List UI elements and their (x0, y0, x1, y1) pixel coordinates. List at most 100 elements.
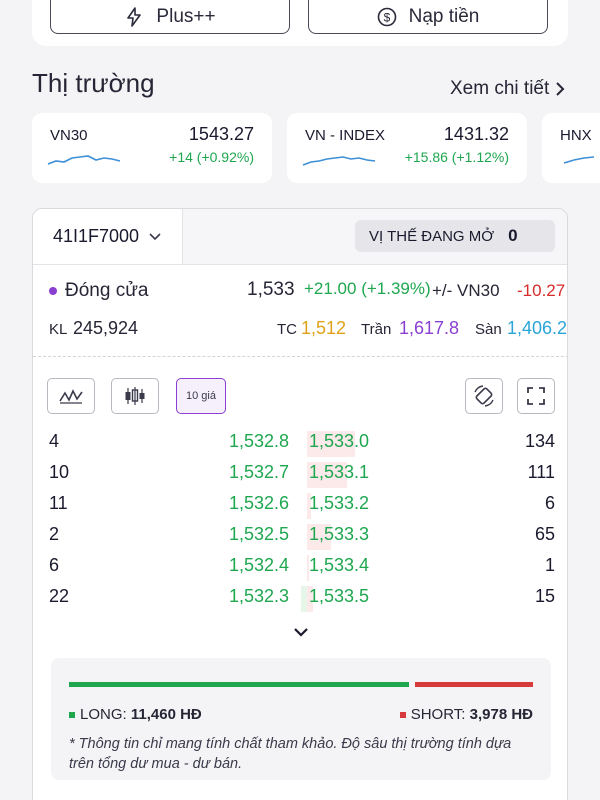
orderbook-row: 11 1,532.6 1,533.2 6 (49, 493, 555, 519)
volume-value: 245,924 (73, 318, 139, 338)
ceil-value: 1,617.8 (399, 318, 460, 338)
bid-volume: 11 (49, 493, 68, 513)
open-position-value: 0 (508, 226, 518, 245)
ask-volume: 65 (534, 524, 555, 544)
bid-volume: 4 (49, 431, 60, 451)
ask-price[interactable]: 1,533.4 (309, 555, 369, 576)
chevron-right-icon (556, 82, 565, 96)
index-name: HNX (560, 127, 592, 144)
index-card-vn30[interactable]: VN30 1543.27 +14 (+0.92%) (32, 113, 272, 183)
index-change: +15.86 (+1.12%) (404, 149, 509, 165)
candlestick-button[interactable] (111, 378, 159, 414)
index-name: VN30 (50, 127, 88, 144)
ask-price[interactable]: 1,533.1 (309, 462, 369, 483)
close-change: +21.00 (+1.39%) (304, 279, 431, 298)
close-label: Đóng cửa (65, 280, 149, 301)
bid-price[interactable]: 1,532.3 (229, 586, 289, 607)
dollar-coin-icon: $ (377, 7, 396, 26)
short-ratio-bar (415, 682, 533, 687)
ask-volume: 15 (534, 586, 555, 606)
contract-card: 41I1F7000 VỊ THẾ ĐANG MỞ 0 Đóng cửa 1,53… (32, 208, 568, 800)
ask-price[interactable]: 1,533.0 (309, 431, 369, 452)
view-details-link[interactable]: Xem chi tiết (450, 78, 565, 100)
floor-value: 1,406.2 (507, 318, 568, 338)
rotate-screen-icon (474, 385, 494, 407)
close-price: 1,533 (247, 279, 295, 300)
bid-volume: 6 (49, 555, 60, 575)
expand-chevron-down-icon[interactable] (291, 625, 311, 639)
status-dot-icon (49, 287, 57, 295)
depth-label: 10 giá (186, 390, 216, 402)
short-label: SHORT: (410, 706, 466, 723)
orderbook-row: 2 1,532.5 1,533.3 65 (49, 524, 555, 550)
market-screen: Plus++ $ Nạp tiền Thị trường Xem chi tiế… (0, 0, 600, 800)
volume-limits-row: KL 245,924 TC 1,512 Trần 1,617.8 Sàn 1,4… (49, 317, 567, 343)
volume-label: KL (49, 321, 68, 338)
depth-10-button[interactable]: 10 giá (176, 378, 226, 414)
long-legend-icon (69, 712, 75, 719)
index-value: 1431.32 (443, 124, 509, 144)
short-value: 3,978 HĐ (469, 706, 533, 723)
ask-price[interactable]: 1,533.5 (309, 586, 369, 607)
bid-price[interactable]: 1,532.7 (229, 462, 289, 483)
ref-label: TC (277, 321, 297, 338)
fullscreen-button[interactable] (517, 378, 555, 414)
plus-button-label: Plus++ (156, 5, 216, 27)
basis-value: -10.27 (517, 281, 566, 300)
divider (33, 356, 567, 357)
long-ratio-bar (69, 682, 409, 687)
market-title: Thị trường (32, 68, 155, 98)
ask-volume: 1 (544, 555, 555, 575)
ask-price[interactable]: 1,533.3 (309, 524, 369, 545)
sparkline-chart (302, 156, 376, 166)
index-name: VN - INDEX (305, 127, 386, 144)
sparkline-chart (563, 156, 595, 164)
lightning-icon (127, 6, 142, 27)
long-summary: LONG: 11,460 HĐ (69, 706, 202, 723)
open-position-label: VỊ THẾ ĐANG MỞ (369, 227, 495, 245)
bid-price[interactable]: 1,532.4 (229, 555, 289, 576)
index-value: 1543.27 (188, 124, 254, 144)
ref-value: 1,512 (301, 318, 347, 338)
floor-label: Sàn (475, 321, 502, 338)
long-value: 11,460 HĐ (130, 706, 202, 723)
bid-price[interactable]: 1,532.6 (229, 493, 289, 514)
index-card-hnx[interactable]: HNX (542, 113, 600, 183)
basis-label: +/- VN30 (432, 281, 500, 300)
short-summary: SHORT: 3,978 HĐ (399, 706, 533, 723)
bid-price[interactable]: 1,532.5 (229, 524, 289, 545)
svg-text:$: $ (383, 10, 390, 24)
bid-price[interactable]: 1,532.8 (229, 431, 289, 452)
orderbook-row: 22 1,532.3 1,533.5 15 (49, 586, 555, 612)
contract-header: VỊ THẾ ĐANG MỞ 0 (183, 209, 567, 265)
ceil-label: Trần (361, 321, 392, 338)
index-change: +14 (+0.92%) (169, 149, 254, 165)
disclaimer-note: * Thông tin chỉ mang tính chất tham khảo… (69, 736, 512, 772)
ask-volume: 6 (544, 493, 555, 513)
open-position-badge[interactable]: VỊ THẾ ĐANG MỞ 0 (355, 220, 555, 252)
fullscreen-icon (527, 387, 545, 405)
chevron-down-icon (149, 232, 161, 240)
orderbook-row: 10 1,532.7 1,533.1 111 (49, 462, 555, 488)
ask-price[interactable]: 1,533.2 (309, 493, 369, 514)
bid-volume: 10 (49, 462, 70, 482)
long-short-panel: LONG: 11,460 HĐ SHORT: 3,978 HĐ * Thông … (51, 658, 551, 780)
line-chart-button[interactable] (47, 378, 95, 414)
orderbook-row: 6 1,532.4 1,533.4 1 (49, 555, 555, 581)
bid-volume: 2 (49, 524, 60, 544)
deposit-button[interactable]: $ Nạp tiền (308, 0, 548, 34)
rotate-button[interactable] (465, 378, 503, 414)
bid-volume: 22 (49, 586, 70, 606)
candlestick-icon (125, 387, 145, 405)
contract-selector[interactable]: 41I1F7000 (33, 209, 183, 265)
long-label: LONG: (80, 706, 127, 723)
line-chart-icon (59, 389, 83, 404)
deposit-button-label: Nạp tiền (408, 5, 480, 27)
orderbook-row: 4 1,532.8 1,533.0 134 (49, 431, 555, 457)
index-card-vnindex[interactable]: VN - INDEX 1431.32 +15.86 (+1.12%) (287, 113, 527, 183)
view-details-label: Xem chi tiết (450, 78, 550, 99)
ask-volume: 134 (524, 431, 555, 451)
plus-button[interactable]: Plus++ (50, 0, 290, 34)
top-actions-card: Plus++ $ Nạp tiền (32, 0, 568, 46)
close-price-row: Đóng cửa 1,533 +21.00 (+1.39%) +/- VN30 … (49, 279, 565, 305)
